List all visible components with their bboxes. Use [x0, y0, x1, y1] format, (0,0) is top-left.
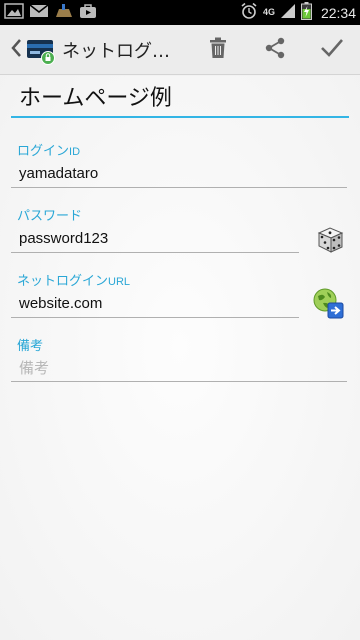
gallery-notification-icon — [4, 2, 24, 23]
login-id-label-text: ログイン — [17, 144, 70, 159]
edit-form: ホームページ例 ログインID yamadataro パスワード password… — [0, 76, 360, 640]
generate-password-button[interactable] — [313, 224, 347, 258]
login-id-label: ログインID — [17, 140, 80, 159]
store-notification-icon — [79, 3, 97, 23]
password-input[interactable]: password123 — [11, 227, 299, 253]
save-button[interactable] — [303, 25, 360, 75]
network-type-label: 4G — [262, 7, 275, 17]
dice-icon — [315, 224, 345, 258]
url-input[interactable]: website.com — [11, 292, 299, 318]
cleaner-notification-icon — [54, 3, 74, 23]
url-label-suffix: URL — [108, 276, 131, 288]
check-icon — [320, 38, 344, 62]
login-id-input[interactable]: yamadataro — [11, 162, 347, 188]
action-bar-title: ネットログイン… — [62, 40, 186, 62]
note-label: 備考 — [17, 339, 44, 354]
back-button[interactable] — [0, 25, 24, 75]
battery-charging-icon — [300, 1, 312, 24]
open-in-browser-icon — [311, 286, 345, 324]
url-label-text: ネットログイン — [17, 274, 109, 289]
note-input[interactable]: 備考 — [11, 356, 347, 382]
login-id-label-suffix: ID — [69, 146, 81, 158]
password-label: パスワード — [17, 209, 83, 224]
mail-notification-icon — [29, 3, 49, 23]
share-icon — [264, 37, 286, 63]
signal-icon — [280, 3, 296, 23]
open-url-button[interactable] — [311, 288, 345, 322]
action-bar: ネットログイン… — [0, 25, 360, 75]
app-card-icon — [26, 35, 56, 65]
title-input[interactable]: ホームページ例 — [11, 82, 349, 118]
clock: 22:34 — [320, 4, 356, 21]
delete-button[interactable] — [189, 25, 246, 75]
status-bar: 4G 22:34 — [0, 0, 360, 25]
url-label: ネットログインURL — [17, 270, 130, 289]
share-button[interactable] — [246, 25, 303, 75]
trash-icon — [209, 37, 227, 63]
alarm-icon — [240, 2, 258, 24]
back-icon — [10, 38, 22, 62]
